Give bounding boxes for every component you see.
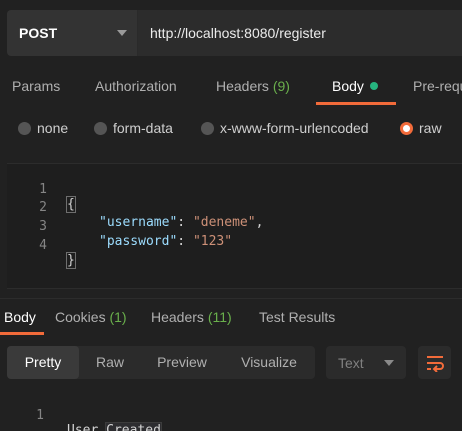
format-select[interactable]: Text	[326, 346, 406, 379]
method-label: POST	[19, 25, 58, 41]
radio-urlencoded-label: x-www-form-urlencoded	[220, 120, 369, 136]
response-text-part: User	[67, 423, 107, 431]
radio-raw-label: raw	[419, 120, 442, 136]
line-code: {	[66, 196, 76, 213]
active-response-tab-indicator	[0, 332, 44, 335]
view-preview-button[interactable]: Preview	[141, 346, 223, 379]
tab-response-body[interactable]: Body	[4, 309, 36, 325]
radio-raw[interactable]: raw	[400, 120, 442, 136]
radio-circle-icon	[94, 121, 107, 135]
tab-cookies[interactable]: Cookies (1)	[55, 309, 127, 325]
json-value: "123"	[192, 234, 233, 249]
response-headers-count: (11)	[207, 309, 232, 325]
view-pretty-button[interactable]: Pretty	[7, 346, 79, 379]
line-code: "username": "deneme",	[99, 215, 263, 230]
view-raw-button[interactable]: Raw	[79, 346, 141, 379]
radio-selected-icon	[400, 121, 413, 135]
method-dropdown[interactable]: POST	[7, 10, 138, 56]
line-code: }	[66, 252, 76, 269]
radio-none-label: none	[37, 120, 69, 136]
radio-none[interactable]: none	[18, 120, 68, 136]
tab-headers[interactable]: Headers (9)	[216, 78, 290, 94]
tab-test-results[interactable]: Test Results	[259, 309, 335, 325]
tab-headers-label: Headers	[216, 78, 269, 94]
json-separator: :	[177, 234, 193, 249]
request-tabs: Params Authorization Headers (9) Body Pr…	[0, 66, 462, 106]
response-text: User Created	[67, 422, 162, 431]
response-body-line: 1 User Created	[0, 393, 162, 431]
radio-form-data[interactable]: form-data	[94, 120, 173, 136]
editor-line: 3 "password": "123"	[7, 204, 232, 249]
tab-body-label: Body	[332, 78, 364, 94]
line-number: 4	[39, 238, 47, 253]
body-type-radios: none form-data x-www-form-urlencoded raw	[0, 117, 462, 141]
response-view-switcher: Pretty Raw Preview Visualize	[7, 346, 315, 379]
tab-params[interactable]: Params	[12, 78, 60, 94]
editor-line: 4 }	[7, 223, 76, 269]
close-brace: }	[66, 252, 76, 269]
line-number: 1	[36, 408, 44, 423]
json-separator: :	[177, 215, 193, 230]
json-key: "username"	[99, 215, 178, 230]
format-select-label: Text	[338, 354, 364, 371]
response-tabs: Body Cookies (1) Headers (11) Test Resul…	[0, 298, 462, 335]
tab-pre-request-script[interactable]: Pre-requ	[413, 78, 462, 94]
postman-request-view: POST http://localhost:8080/register Para…	[0, 0, 462, 431]
editor-line: 1 {	[7, 167, 76, 213]
headers-count: (9)	[272, 78, 290, 94]
line-code: "password": "123"	[99, 234, 232, 249]
radio-urlencoded[interactable]: x-www-form-urlencoded	[201, 120, 369, 136]
view-visualize-button[interactable]: Visualize	[223, 346, 315, 379]
tab-body[interactable]: Body	[332, 78, 378, 94]
radio-form-data-label: form-data	[113, 120, 173, 136]
chevron-down-icon	[117, 30, 127, 36]
tab-response-headers[interactable]: Headers (11)	[151, 309, 232, 325]
tab-authorization[interactable]: Authorization	[95, 78, 177, 94]
json-comma: ,	[255, 215, 264, 230]
wrap-lines-button[interactable]	[418, 346, 451, 379]
radio-circle-icon	[201, 121, 214, 135]
json-key: "password"	[99, 234, 178, 249]
request-body-editor[interactable]: 1 { 2 "username": "deneme", 3 "password"…	[7, 163, 462, 289]
request-bar: POST http://localhost:8080/register	[7, 10, 462, 56]
cookies-count: (1)	[109, 309, 127, 325]
wrap-lines-icon	[426, 355, 444, 372]
url-input[interactable]: http://localhost:8080/register	[138, 10, 462, 56]
tab-cookies-label: Cookies	[55, 309, 106, 325]
chevron-down-icon	[384, 359, 394, 366]
open-brace: {	[66, 196, 76, 213]
active-tab-indicator	[316, 102, 396, 105]
body-indicator-dot	[369, 82, 378, 90]
response-text-highlight: Created	[105, 422, 162, 431]
json-value: "deneme"	[192, 215, 256, 230]
tab-response-headers-label: Headers	[151, 309, 204, 325]
editor-line: 2 "username": "deneme",	[7, 185, 263, 230]
radio-circle-icon	[18, 121, 31, 135]
